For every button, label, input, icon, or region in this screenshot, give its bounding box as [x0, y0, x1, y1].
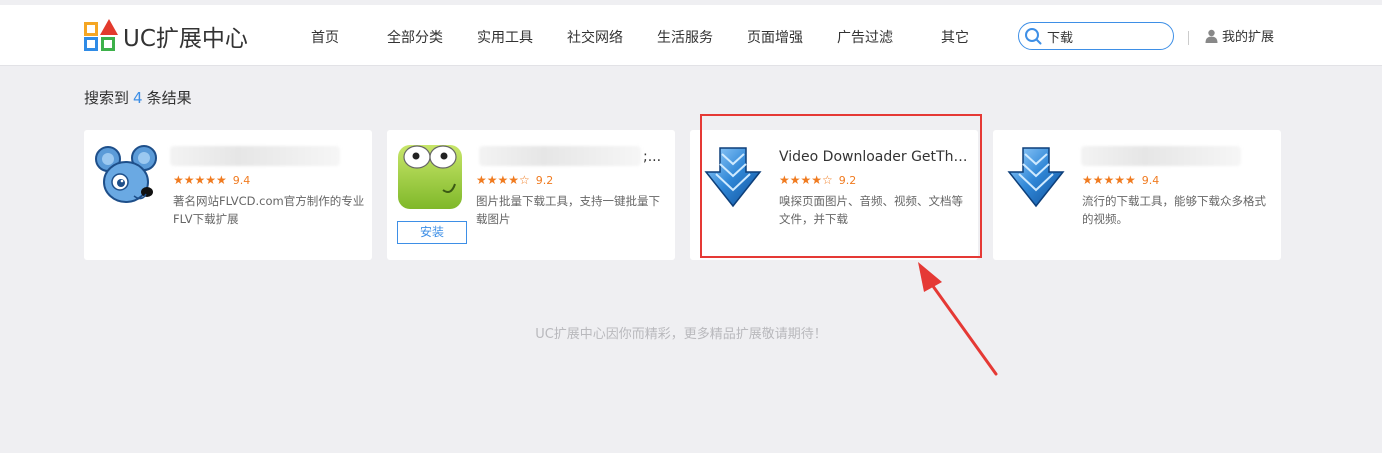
- nav-item-all-categories[interactable]: 全部分类: [387, 27, 443, 47]
- frog-eyes-icon: [398, 145, 462, 209]
- blurred-title: [1081, 146, 1241, 166]
- nav-item-life[interactable]: 生活服务: [657, 27, 713, 47]
- rating: ★★★★★ 9.4: [1082, 173, 1159, 187]
- my-extensions-link[interactable]: 我的扩展: [1205, 26, 1274, 45]
- download-arrow-icon: [1007, 147, 1065, 208]
- footer-message: UC扩展中心因你而精彩，更多精品扩展敬请期待！: [535, 327, 827, 342]
- card-title: ;...: [643, 149, 662, 165]
- extension-card[interactable]: ★★★★★ 9.4 流行的下载工具，能够下载众多格式的视频。: [993, 130, 1281, 260]
- nav-item-home[interactable]: 首页: [311, 27, 339, 47]
- rating: ★★★★★ 9.4: [173, 173, 250, 187]
- result-prefix: 搜索到: [84, 89, 130, 107]
- mouse-mascot-icon: [95, 145, 157, 203]
- my-extensions-label: 我的扩展: [1222, 30, 1275, 45]
- rating-score: 9.2: [535, 174, 554, 187]
- rating-score: 9.4: [232, 174, 251, 187]
- user-icon: [1205, 29, 1218, 43]
- blurred-title: [170, 146, 340, 166]
- logo[interactable]: UC扩展中心: [84, 19, 248, 52]
- extension-card[interactable]: ★★★★★ 9.4 著名网站FLVCD.com官方制作的专业FLV下载扩展: [84, 130, 372, 260]
- search-input[interactable]: [1047, 26, 1167, 46]
- nav-item-ad-filter[interactable]: 广告过滤: [837, 27, 893, 47]
- card-description: 图片批量下载工具，支持一键批量下载图片: [476, 194, 660, 226]
- rating-stars: ★★★★★: [1082, 173, 1136, 187]
- nav-item-social[interactable]: 社交网络: [567, 27, 623, 47]
- install-button[interactable]: 安装: [397, 221, 467, 244]
- result-suffix: 条结果: [146, 89, 192, 107]
- rating-stars: ★★★★☆: [476, 173, 530, 187]
- nav-item-other[interactable]: 其它: [941, 27, 969, 47]
- result-count: 4: [133, 89, 143, 107]
- card-description: 著名网站FLVCD.com官方制作的专业FLV下载扩展: [173, 194, 365, 226]
- extension-card[interactable]: ;... ★★★★☆ 9.2 图片批量下载工具，支持一键批量下载图片 安装: [387, 130, 675, 260]
- card-description: 流行的下载工具，能够下载众多格式的视频。: [1082, 194, 1266, 226]
- header-divider: [1188, 31, 1189, 45]
- rating-score: 9.4: [1141, 174, 1160, 187]
- uc-logo-icon: [84, 19, 119, 52]
- brand-name: UC扩展中心: [123, 25, 248, 52]
- search-icon[interactable]: [1024, 27, 1042, 45]
- highlight-box: [700, 114, 982, 258]
- blurred-title: [479, 146, 641, 166]
- rating-stars: ★★★★★: [173, 173, 227, 187]
- header: UC扩展中心 首页 全部分类 实用工具 社交网络 生活服务 页面增强 广告过滤 …: [0, 5, 1382, 66]
- nav-item-page-enhance[interactable]: 页面增强: [747, 27, 803, 47]
- rating: ★★★★☆ 9.2: [476, 173, 553, 187]
- result-summary: 搜索到 4 条结果: [84, 87, 192, 108]
- search-box[interactable]: [1018, 22, 1174, 50]
- nav-item-tools[interactable]: 实用工具: [477, 27, 533, 47]
